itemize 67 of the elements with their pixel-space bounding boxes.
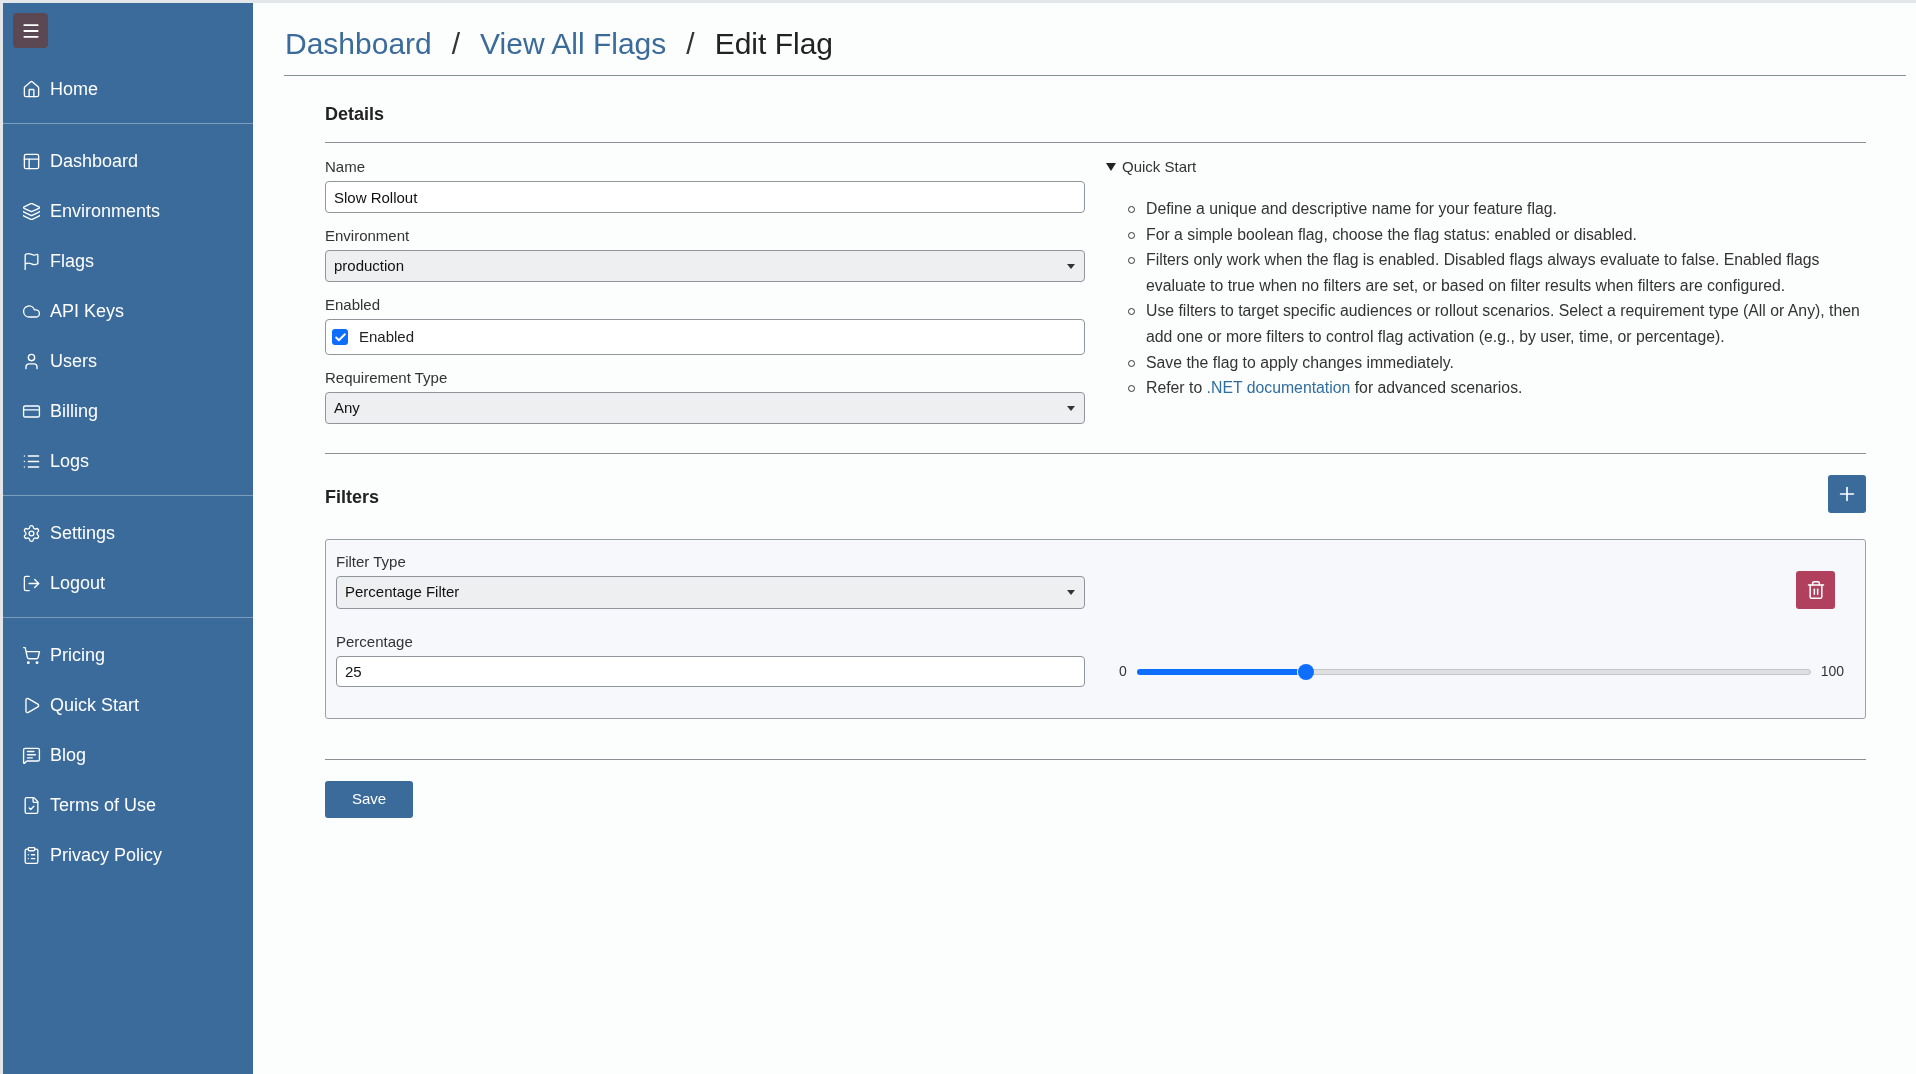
breadcrumb-separator: / <box>451 26 461 62</box>
slider-min-label: 0 <box>1119 662 1127 681</box>
settings-icon <box>22 523 41 543</box>
field-label: Name <box>325 158 365 175</box>
field-label: Filter Type <box>336 553 406 570</box>
nav-link[interactable]: Home <box>3 64 253 114</box>
nav-link[interactable]: Environments <box>3 186 253 236</box>
breadcrumb-link[interactable]: View All Flags <box>480 26 667 62</box>
delete-button[interactable] <box>1796 571 1835 609</box>
save-button[interactable]: Save <box>325 781 413 818</box>
select-field[interactable]: Percentage Filter <box>336 576 1085 609</box>
nav-link[interactable]: API Keys <box>3 286 253 336</box>
nav-link[interactable]: Logout <box>3 558 253 608</box>
nav-link[interactable]: Pricing <box>3 630 253 680</box>
slider-max-label: 100 <box>1820 662 1844 681</box>
field-label: Percentage <box>336 633 413 650</box>
breadcrumb-separator: / <box>686 26 695 62</box>
list-item-text: Define a unique and descriptive name for your feature flag. <box>1146 199 1557 219</box>
percentage-field[interactable]: 25 <box>336 656 1085 687</box>
add-filter-button[interactable] <box>1828 475 1866 513</box>
trash-icon <box>1805 580 1826 600</box>
nav-link[interactable]: Settings <box>3 508 253 558</box>
list-item-text: Save the flag to apply changes immediately. <box>1146 352 1454 373</box>
nav-link[interactable]: Users <box>3 336 253 386</box>
caret-icon <box>1067 590 1075 595</box>
nav-link[interactable]: Billing <box>3 386 253 436</box>
nav-link[interactable]: Logs <box>3 436 253 486</box>
checkbox[interactable] <box>332 329 348 345</box>
nav-link[interactable]: Quick Start <box>3 680 253 730</box>
play-icon <box>22 695 41 715</box>
list-item-text: For a simple boolean flag, choose the flag status: enabled or disabled. <box>1146 224 1637 245</box>
list-item-text: Refer to .NET documentation for advanced scenarios. <box>1146 378 1523 399</box>
nav-link[interactable]: Blog <box>3 730 253 780</box>
field-label: Environment <box>325 227 410 244</box>
cart-icon <box>22 645 41 665</box>
breadcrumb-current: Edit Flag <box>714 26 834 62</box>
quick-start-summary[interactable]: Quick Start <box>1122 155 1197 179</box>
menu-button[interactable] <box>13 13 48 48</box>
file-check-icon <box>22 795 41 815</box>
clipboard-icon <box>22 845 41 865</box>
text-field[interactable]: Slow Rollout <box>325 181 1085 213</box>
slider-thumb[interactable] <box>1297 663 1314 680</box>
home-icon <box>22 79 41 99</box>
user-icon <box>22 351 41 371</box>
disclosure-triangle-icon[interactable] <box>1106 162 1116 172</box>
select-field[interactable]: Any <box>325 392 1085 424</box>
layers-icon <box>22 201 41 221</box>
list-item-text: Filters only work when the flag is enabled. Disabled flags always evaluate to false. Enabled flags evaluate to true when no filters are set, or based on filter results when filters are configured. <box>1146 250 1821 296</box>
section-heading: Filters <box>325 486 380 509</box>
field-label: Requirement Type <box>325 369 448 386</box>
caret-icon <box>1067 405 1075 411</box>
chat-icon <box>22 745 41 765</box>
field-label: Enabled <box>325 296 381 313</box>
nav-link[interactable]: Terms of Use <box>3 780 253 830</box>
nav-link[interactable]: Flags <box>3 236 253 286</box>
list-item-text: Use filters to target specific audiences or rollout scenarios. Select a requirement type (All or Any), then add one or more filters to control flag activation (e.g., by user, time, or percentage). <box>1146 301 1861 347</box>
nav-link[interactable]: Dashboard <box>3 136 253 186</box>
caret-icon <box>1067 263 1075 269</box>
logout-icon <box>22 573 41 593</box>
section-heading: Details <box>325 103 385 126</box>
layout-icon <box>22 151 41 171</box>
documentation-link[interactable]: .NET documentation <box>1206 379 1351 397</box>
breadcrumb-link[interactable]: Dashboard <box>285 26 432 62</box>
nav-link[interactable]: Privacy Policy <box>3 830 253 880</box>
flag-icon <box>22 251 41 271</box>
select-field[interactable]: production <box>325 250 1085 282</box>
checkbox-label[interactable]: Enabled <box>359 325 415 349</box>
